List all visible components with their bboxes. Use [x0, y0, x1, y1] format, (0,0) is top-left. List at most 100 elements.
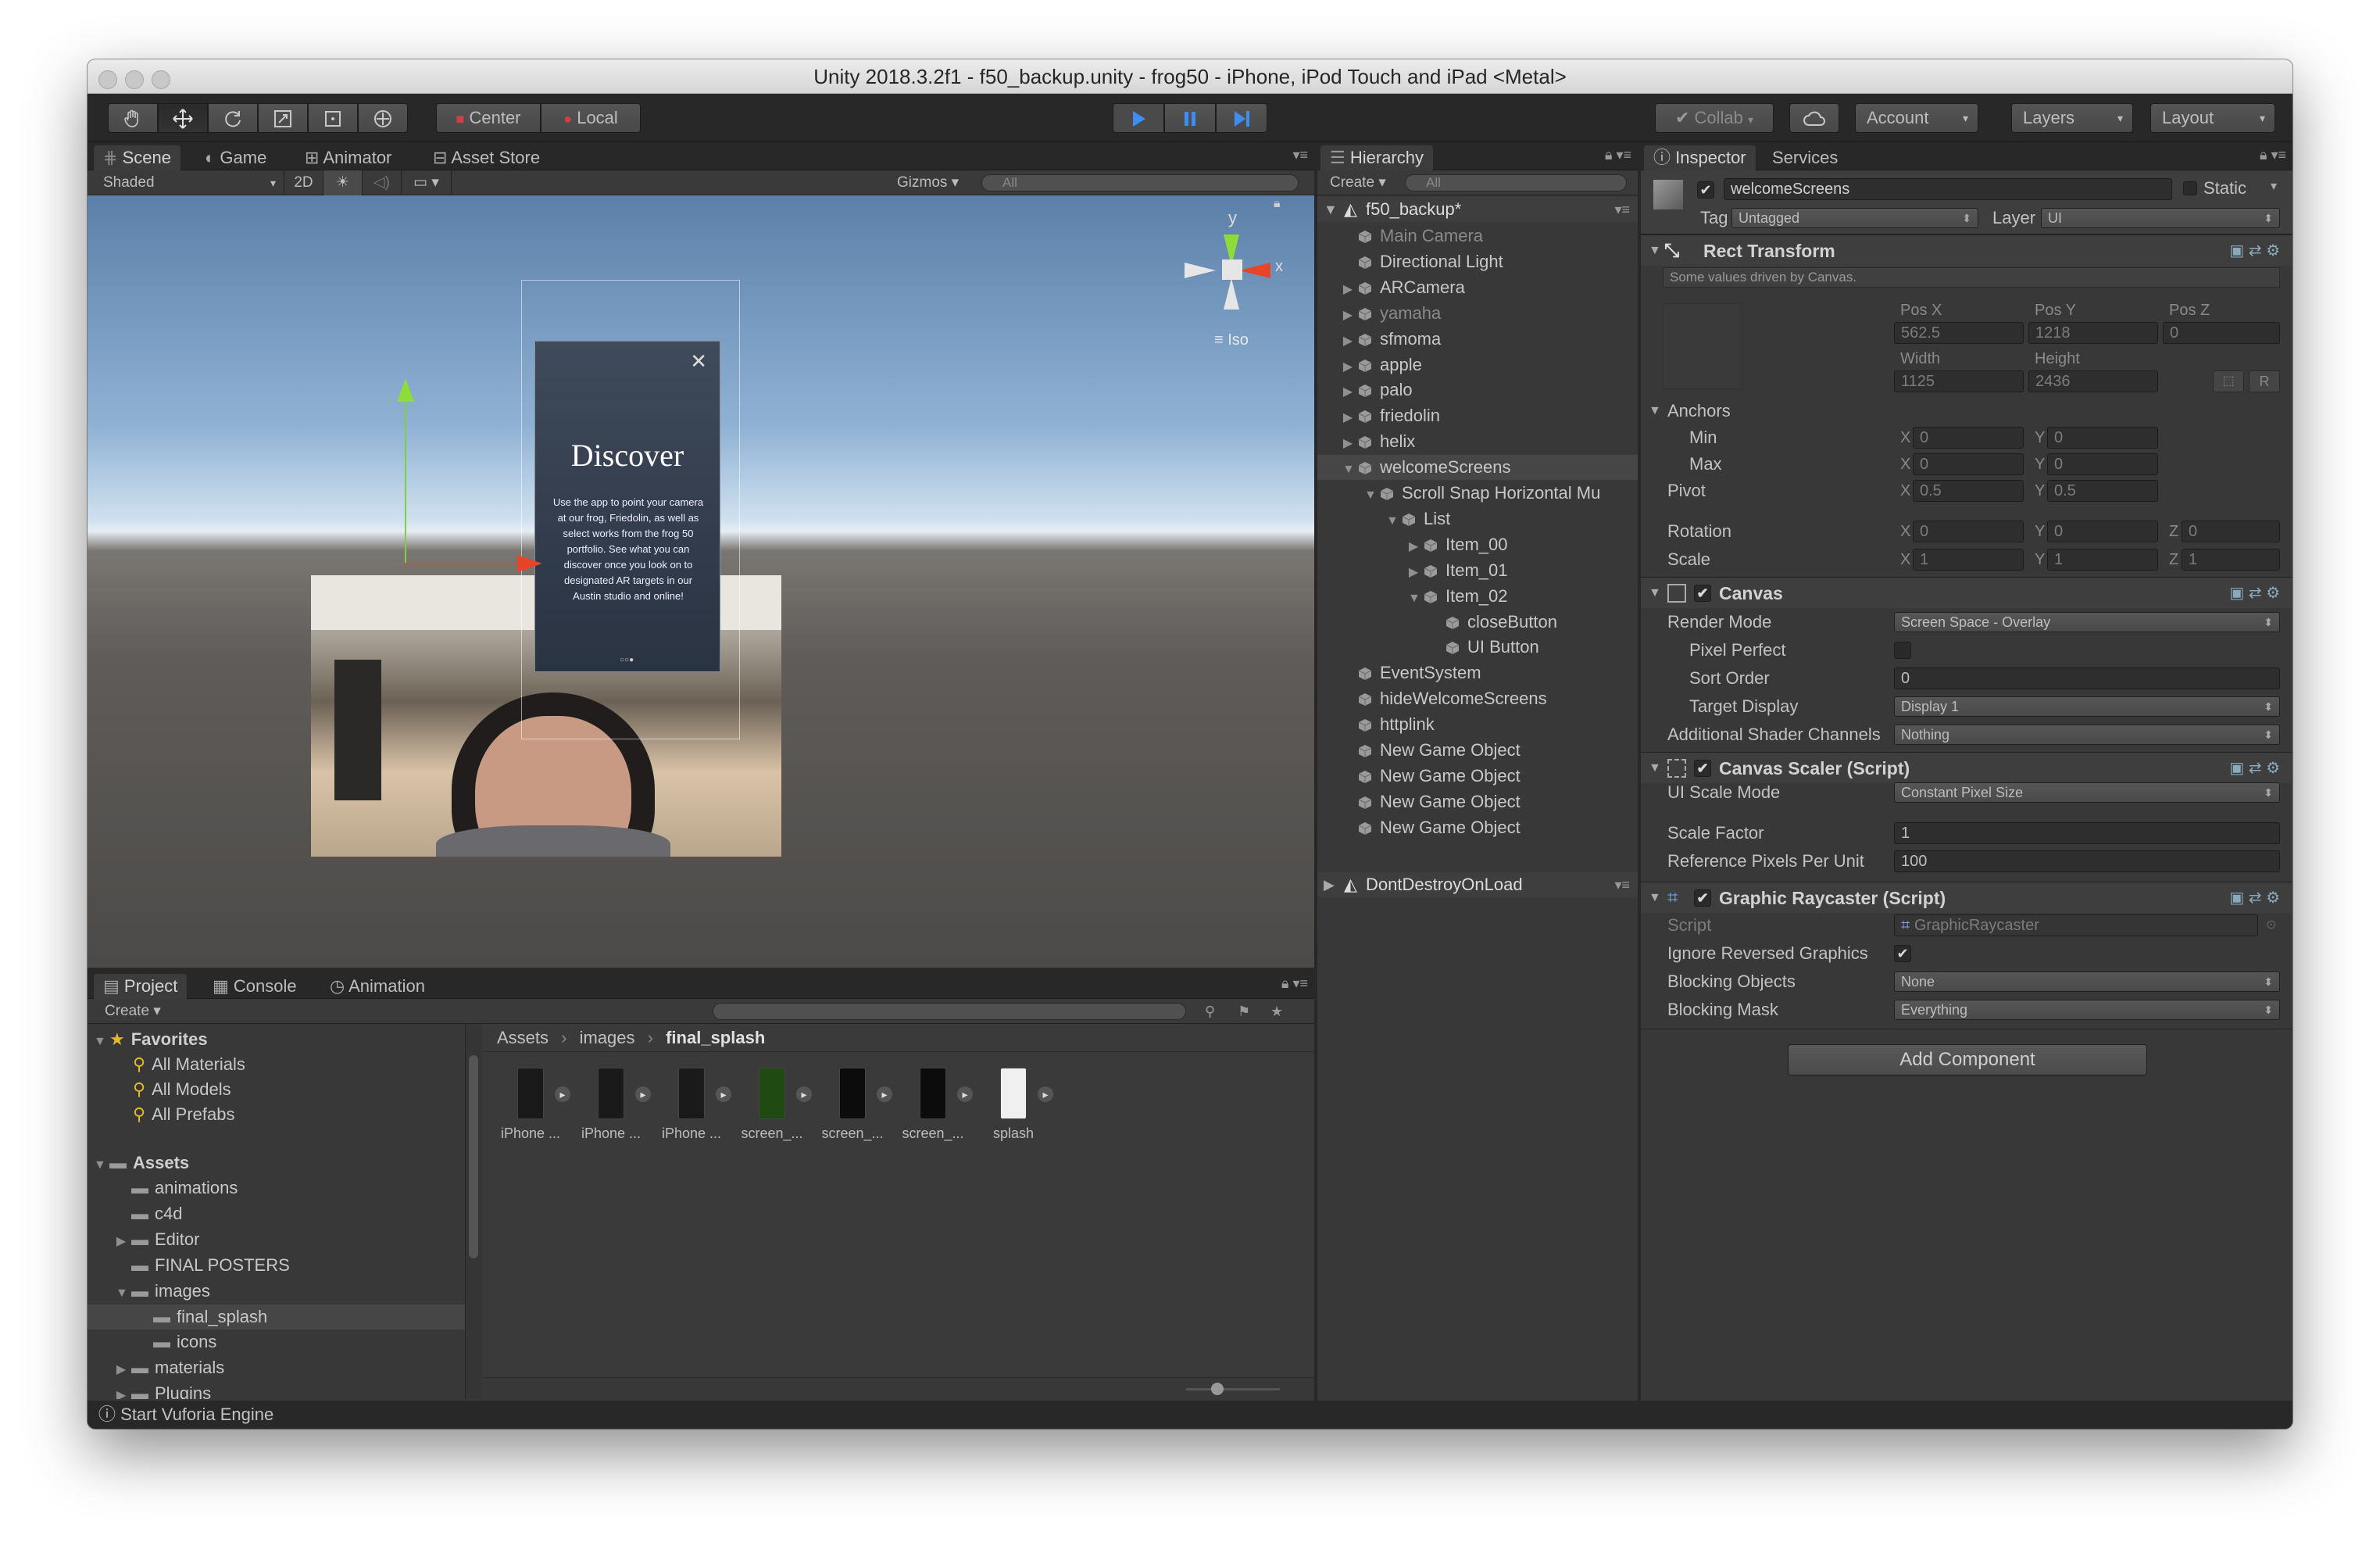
play-button[interactable]: [1113, 103, 1164, 133]
canvas-enabled-checkbox[interactable]: ✔: [1694, 585, 1711, 602]
pivot-local-toggle[interactable]: ● Local: [541, 103, 641, 133]
project-search-input[interactable]: [713, 1003, 1186, 1020]
tab-project[interactable]: ▤ Project: [94, 974, 188, 999]
scene-search-input[interactable]: All: [981, 174, 1299, 191]
pivot-y-field[interactable]: 0.5: [2047, 480, 2158, 502]
collab-dropdown[interactable]: ✔ Collab ▾: [1655, 103, 1774, 133]
lock-icon[interactable]: 🔒︎: [1274, 197, 1281, 211]
raw-edit-button[interactable]: R: [2249, 370, 2280, 392]
pos-x-field[interactable]: 562.5: [1894, 322, 2024, 344]
thumbnail-size-slider-thumb[interactable]: [1211, 1383, 1224, 1395]
dont-destroy-row[interactable]: ▶ ◭ DontDestroyOnLoad ▾≡: [1317, 872, 1638, 897]
script-target-icon[interactable]: ⊙: [2266, 911, 2276, 939]
rect-transform-header[interactable]: ▼ ⤡ Rect Transform ▣ ⇄ ⚙: [1641, 234, 2292, 266]
fold-arrow-icon[interactable]: ▶: [1342, 277, 1353, 302]
assets-root-row[interactable]: ▼ ▬ Assets: [94, 1151, 189, 1176]
rect-tool-button[interactable]: [308, 103, 358, 133]
hierarchy-menu-icon[interactable]: 🔒︎ ▾≡: [1605, 147, 1631, 163]
hierarchy-search-input[interactable]: All: [1405, 174, 1627, 191]
tab-scene[interactable]: ⋕ Scene: [94, 145, 180, 170]
fold-arrow-icon[interactable]: ▶: [1342, 303, 1353, 328]
min-y-field[interactable]: 0: [2047, 427, 2158, 449]
hierarchy-item[interactable]: closeButton: [1430, 610, 1557, 635]
width-field[interactable]: 1125: [1894, 370, 2024, 392]
hierarchy-item[interactable]: ▶ friedolin: [1342, 403, 1440, 428]
hierarchy-item[interactable]: ▼ Scroll Snap Horizontal Mu: [1364, 481, 1600, 506]
project-menu-icon[interactable]: 🔒︎ ▾≡: [1281, 975, 1308, 992]
fold-arrow-icon[interactable]: ▶: [1342, 406, 1353, 431]
ui-scale-mode-dropdown[interactable]: Constant Pixel Size: [1894, 782, 2280, 803]
rotate-tool-button[interactable]: [208, 103, 258, 133]
ref-ppu-field[interactable]: 100: [1894, 850, 2280, 872]
account-dropdown[interactable]: Account ▾: [1855, 103, 1978, 133]
folder-item[interactable]: ▶ ▬ Plugins: [88, 1381, 465, 1399]
canvas-scaler-enabled-checkbox[interactable]: ✔: [1694, 760, 1711, 777]
rot-x-field[interactable]: 0: [1913, 521, 2024, 542]
close-window-button[interactable]: [98, 70, 117, 89]
hierarchy-item[interactable]: ▼ List: [1386, 506, 1450, 531]
tab-services[interactable]: Services: [1763, 145, 1847, 170]
effects-dropdown[interactable]: ▭ ▾: [402, 170, 452, 195]
orientation-gizmo[interactable]: y x 🔒︎ ≡ Iso: [1174, 197, 1291, 352]
asset-file-item[interactable]: ▸ splash: [978, 1068, 1053, 1142]
min-x-field[interactable]: 0: [1913, 427, 2024, 449]
project-create-dropdown[interactable]: Create ▾: [105, 999, 175, 1024]
scale-x-field[interactable]: 1: [1913, 549, 2024, 571]
layout-dropdown[interactable]: Layout ▾: [2150, 103, 2275, 133]
dont-destroy-fold-icon[interactable]: ▶: [1324, 872, 1335, 897]
sort-order-field[interactable]: 0: [1894, 667, 2280, 689]
gizmo-neg-y-cone[interactable]: [1224, 278, 1239, 310]
blueprint-mode-button[interactable]: ⬚: [2213, 370, 2244, 392]
gizmo-center-cube[interactable]: [1222, 259, 1242, 280]
graphic-raycaster-enabled-checkbox[interactable]: ✔: [1694, 889, 1711, 907]
transform-tool-button[interactable]: [358, 103, 408, 133]
filter-type-icon[interactable]: ⚲: [1205, 999, 1215, 1024]
blocking-mask-dropdown[interactable]: Everything: [1894, 1000, 2280, 1020]
folder-item[interactable]: ▬ final_splash: [88, 1304, 465, 1329]
hierarchy-item[interactable]: ▼ welcomeScreens: [1317, 455, 1638, 482]
expand-sprite-icon[interactable]: ▸: [957, 1086, 973, 1102]
fold-arrow-icon[interactable]: ▼: [1342, 457, 1355, 482]
folder-item[interactable]: ▬ c4d: [88, 1201, 465, 1226]
tag-dropdown[interactable]: Untagged: [1731, 208, 1978, 228]
zoom-window-button[interactable]: [152, 70, 170, 89]
hierarchy-item[interactable]: EventSystem: [1342, 660, 1481, 685]
pivot-x-field[interactable]: 0.5: [1913, 480, 2024, 502]
step-button[interactable]: [1216, 103, 1267, 133]
hierarchy-item[interactable]: ▶ ARCamera: [1342, 275, 1465, 300]
minimize-window-button[interactable]: [125, 70, 144, 89]
fold-arrow-icon[interactable]: ▶: [1342, 431, 1353, 456]
hierarchy-item[interactable]: ▶ apple: [1342, 353, 1422, 378]
folder-tree-scrollbar[interactable]: [466, 1024, 481, 1399]
scale-factor-field[interactable]: 1: [1894, 822, 2280, 844]
scale-tool-button[interactable]: [258, 103, 308, 133]
hierarchy-item[interactable]: New Game Object: [1342, 764, 1521, 789]
add-component-button[interactable]: Add Component: [1788, 1044, 2147, 1075]
rot-y-field[interactable]: 0: [2047, 521, 2158, 542]
folder-item[interactable]: ▬ icons: [88, 1329, 465, 1355]
audio-toggle[interactable]: ◁): [363, 170, 402, 195]
rect-transform-actions[interactable]: ▣ ⇄ ⚙: [2229, 235, 2280, 267]
hierarchy-item[interactable]: UI Button: [1430, 635, 1539, 660]
hierarchy-item[interactable]: Directional Light: [1342, 249, 1503, 274]
scale-z-field[interactable]: 1: [2182, 549, 2280, 571]
hierarchy-item[interactable]: New Game Object: [1342, 815, 1521, 840]
static-chevron-icon[interactable]: ▾: [2271, 178, 2277, 194]
dont-destroy-menu-icon[interactable]: ▾≡: [1614, 872, 1630, 897]
hierarchy-item[interactable]: New Game Object: [1342, 738, 1521, 763]
folder-item[interactable]: ▶ ▬ materials: [88, 1355, 465, 1380]
canvas-actions[interactable]: ▣ ⇄ ⚙: [2229, 578, 2280, 609]
pause-button[interactable]: [1164, 103, 1216, 133]
hierarchy-item[interactable]: ▶ sfmoma: [1342, 327, 1441, 352]
anchor-preset-button[interactable]: [1663, 303, 1741, 389]
tab-animator[interactable]: ⊞ Animator: [295, 145, 401, 170]
y-arrow-icon[interactable]: [397, 378, 414, 402]
object-name-field[interactable]: welcomeScreens: [1724, 178, 2172, 200]
expand-sprite-icon[interactable]: ▸: [555, 1086, 570, 1102]
tab-inspector[interactable]: ⓘ Inspector: [1644, 145, 1756, 170]
scale-y-field[interactable]: 1: [2047, 549, 2158, 571]
scene-panel-menu-icon[interactable]: ▾≡: [1292, 147, 1308, 163]
tab-game[interactable]: ◐ Game: [195, 145, 276, 170]
shading-mode-dropdown[interactable]: Shaded ▾: [88, 170, 284, 195]
fold-arrow-icon[interactable]: ▶: [1342, 355, 1353, 380]
